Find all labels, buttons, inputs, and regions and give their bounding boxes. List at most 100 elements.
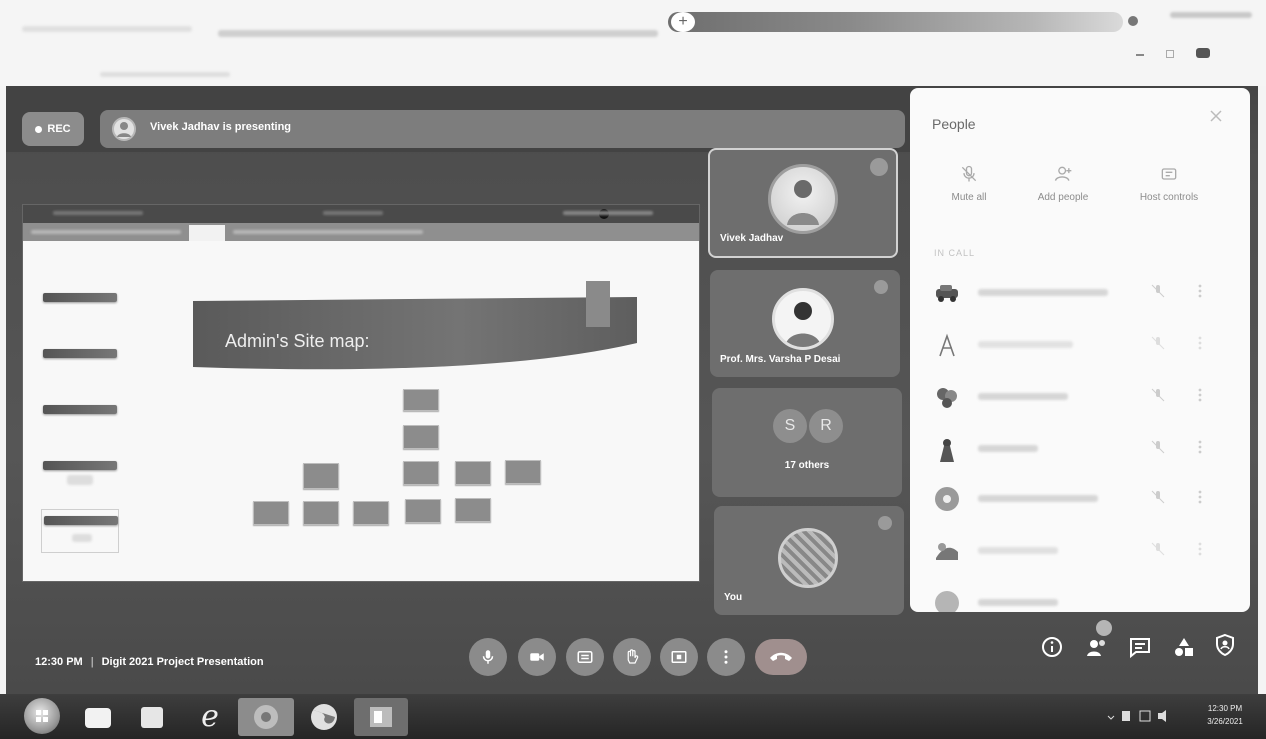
more-options-icon[interactable] xyxy=(1194,489,1206,505)
activities-button[interactable] xyxy=(1172,635,1196,659)
mic-off-icon xyxy=(874,280,888,294)
participant-name: You xyxy=(724,592,743,603)
host-controls-icon xyxy=(1216,633,1234,657)
host-controls-icon xyxy=(1161,168,1177,180)
end-call-icon xyxy=(770,652,792,661)
participant-row[interactable] xyxy=(910,474,1250,522)
others-count-label: 17 others xyxy=(784,460,830,471)
people-panel: People Mute all Add people Host controls… xyxy=(910,88,1250,612)
ribbon-text-blur xyxy=(233,230,423,234)
tray-icons[interactable] xyxy=(1100,706,1190,726)
thumbnail-banner xyxy=(44,516,118,525)
taskbar-explorer[interactable] xyxy=(80,698,116,736)
participant-name-blur xyxy=(978,341,1073,348)
slide-thumbnail xyxy=(41,349,119,389)
action-label: Add people xyxy=(1037,192,1089,203)
close-icon[interactable] xyxy=(1208,108,1224,124)
address-bar[interactable] xyxy=(668,12,1123,32)
person-silhouette-icon xyxy=(787,180,819,225)
minimize-icon[interactable] xyxy=(1136,54,1144,56)
host-controls-button[interactable]: Host controls xyxy=(1114,164,1224,214)
presentation-app-icon xyxy=(370,707,392,727)
recording-label: REC xyxy=(47,123,71,135)
thumbnail-banner xyxy=(43,461,117,470)
mic-off-icon xyxy=(1151,542,1165,556)
new-tab-icon: + xyxy=(678,13,688,30)
chat-button[interactable] xyxy=(1128,635,1152,659)
taskbar-internet-explorer[interactable]: e xyxy=(190,698,230,736)
captions-button[interactable] xyxy=(566,638,604,676)
participant-row[interactable] xyxy=(910,578,1250,612)
more-options-icon[interactable] xyxy=(1194,387,1206,403)
participant-name-blur xyxy=(978,445,1038,452)
participant-row[interactable] xyxy=(910,268,1250,316)
raise-hand-button[interactable] xyxy=(613,638,651,676)
recording-badge: REC xyxy=(22,112,84,146)
participant-tile[interactable]: Prof. Mrs. Varsha P Desai xyxy=(710,270,900,377)
taskbar-firefox[interactable] xyxy=(304,698,344,736)
taskbar: e 12:30 PM 3/26/2021 xyxy=(0,694,1266,739)
participant-name-blur xyxy=(978,289,1108,296)
maximize-icon[interactable] xyxy=(1166,50,1174,58)
taskbar-app[interactable] xyxy=(134,698,170,736)
sitemap-node xyxy=(403,389,439,411)
mic-off-icon xyxy=(878,516,892,530)
more-options-icon[interactable] xyxy=(1194,439,1206,455)
participant-row[interactable] xyxy=(910,526,1250,574)
pin-icon[interactable] xyxy=(870,158,888,176)
mic-off-icon xyxy=(1151,388,1165,402)
ribbon-active-tab xyxy=(189,225,225,241)
start-button[interactable] xyxy=(24,698,60,734)
new-tab-button[interactable]: + xyxy=(671,12,695,32)
mic-off-icon xyxy=(1151,490,1165,504)
add-people-button[interactable]: Add people xyxy=(1008,164,1118,214)
panel-title: People xyxy=(932,116,976,132)
more-options-button[interactable] xyxy=(707,638,745,676)
thumbnail-banner xyxy=(43,349,117,358)
sitemap-node xyxy=(253,501,289,525)
profile-icon[interactable] xyxy=(1128,16,1138,26)
more-options-icon[interactable] xyxy=(1194,541,1206,557)
participant-row[interactable] xyxy=(910,424,1250,472)
slide-thumbnail xyxy=(41,293,119,333)
people-button[interactable] xyxy=(1085,635,1109,659)
sitemap-node xyxy=(505,460,541,484)
extension-icon[interactable] xyxy=(1196,48,1210,58)
clock-time: 12:30 PM xyxy=(1207,704,1243,713)
thumbnail-content-blur xyxy=(67,475,93,485)
participant-row[interactable] xyxy=(910,320,1250,368)
thumbnail-content-blur xyxy=(72,534,92,542)
mic-off-icon xyxy=(1151,336,1165,350)
presenting-banner[interactable]: Vivek Jadhav is presenting xyxy=(100,110,905,148)
thumbnail-banner xyxy=(43,293,117,302)
camera-button[interactable] xyxy=(518,638,556,676)
participant-row[interactable] xyxy=(910,372,1250,420)
application-icon xyxy=(141,707,163,728)
photo-avatar xyxy=(778,528,838,588)
presentation-titlebar xyxy=(23,205,699,223)
self-tile[interactable]: You xyxy=(714,506,904,615)
sitemap-node xyxy=(455,461,491,485)
present-icon xyxy=(671,651,687,663)
more-options-icon[interactable] xyxy=(1194,335,1206,351)
participant-tile[interactable]: Vivek Jadhav xyxy=(708,148,898,258)
microphone-button[interactable] xyxy=(469,638,507,676)
taskbar-office-active[interactable] xyxy=(354,698,408,736)
sitemap-node xyxy=(353,501,389,525)
sitemap-node xyxy=(405,499,441,523)
host-controls-button[interactable] xyxy=(1213,633,1237,657)
sitemap-node xyxy=(403,425,439,449)
taskbar-clock[interactable]: 12:30 PM 3/26/2021 xyxy=(1194,702,1256,728)
browser-chrome: + xyxy=(0,0,1266,86)
window-buttons-blur xyxy=(563,211,653,215)
present-button[interactable] xyxy=(660,638,698,676)
bookmark-bar-blur xyxy=(100,72,230,77)
more-options-icon[interactable] xyxy=(1194,283,1206,299)
end-call-button[interactable] xyxy=(755,639,807,675)
meeting-details-button[interactable] xyxy=(1040,635,1064,659)
windows-logo-icon xyxy=(36,710,48,722)
person-photo-avatar xyxy=(940,439,954,462)
taskbar-chrome-active[interactable] xyxy=(238,698,294,736)
others-tile[interactable]: S R 17 others xyxy=(712,388,902,497)
person-photo-avatar xyxy=(772,288,834,350)
